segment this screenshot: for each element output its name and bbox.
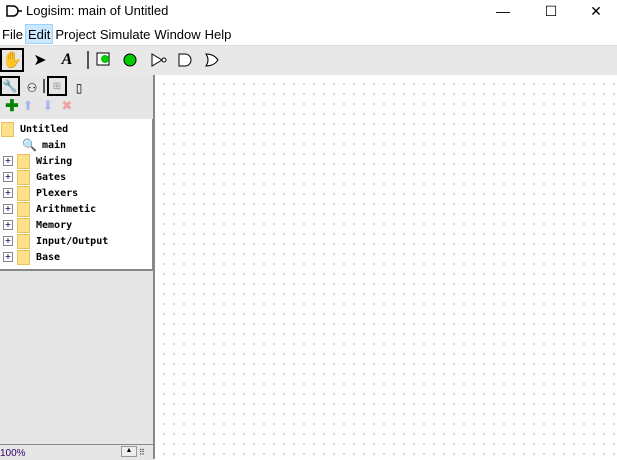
library-label: Plexers <box>36 187 79 199</box>
project-label: Untitled <box>20 123 69 135</box>
menu-help[interactable]: Help <box>203 24 234 45</box>
grid-toggle-icon[interactable]: ⠿ <box>139 448 145 457</box>
close-button[interactable]: ✕ <box>573 0 617 23</box>
expand-icon[interactable]: + <box>3 172 13 182</box>
folder-icon <box>17 233 30 249</box>
tree-library[interactable]: + Memory <box>3 217 72 233</box>
menu-window[interactable]: Window <box>152 24 202 45</box>
output-pin-icon[interactable] <box>118 48 142 72</box>
menu-project[interactable]: Project <box>53 24 97 45</box>
text-tool-icon[interactable]: A <box>55 48 79 72</box>
folder-icon <box>1 121 14 137</box>
expand-icon[interactable]: + <box>3 188 13 198</box>
zoom-level[interactable]: 100% <box>0 448 26 459</box>
toolbar-separator <box>87 51 89 69</box>
poke-tool-hand-icon[interactable]: ✋ <box>0 48 24 72</box>
tree-library[interactable]: + Plexers <box>3 185 78 201</box>
library-label: Memory <box>36 219 73 231</box>
minimize-button[interactable]: — <box>480 0 526 23</box>
circuit-magnifier-icon: 🔍 <box>22 138 37 152</box>
zoom-up-arrow-icon[interactable]: ▲ <box>121 446 137 457</box>
tree-library[interactable]: + Base <box>3 249 60 265</box>
library-label: Wiring <box>36 155 73 167</box>
separator <box>43 79 45 93</box>
explorer-tree: Untitled 🔍 main + Wiring + Gates + Plexers +… <box>0 119 153 271</box>
delete-circuit-icon[interactable]: ✖ <box>55 97 79 115</box>
zoom-bar: 100% ▲ ⠿ <box>0 444 153 460</box>
folder-icon <box>17 153 30 169</box>
select-tool-arrow-icon[interactable]: ➤ <box>28 48 52 72</box>
folder-icon <box>17 185 30 201</box>
or-gate-icon[interactable] <box>200 48 224 72</box>
logisim-logo-icon <box>6 5 22 17</box>
menu-file[interactable]: File <box>0 24 25 45</box>
circuit-label: main <box>41 139 67 151</box>
window-title: Logisim: main of Untitled <box>26 3 169 18</box>
title-bar: Logisim: main of Untitled — ☐ ✕ <box>0 0 617 23</box>
edit-circuit-layout-icon[interactable]: ⊞ <box>47 76 67 96</box>
folder-icon <box>17 169 30 185</box>
menu-edit[interactable]: Edit <box>24 24 54 44</box>
and-gate-icon[interactable] <box>173 48 197 72</box>
expand-icon[interactable]: + <box>3 204 13 214</box>
main-toolbar: ✋ ➤ A <box>0 45 617 76</box>
menu-bar: File Edit Project Simulate Window Help <box>0 24 617 45</box>
tree-library[interactable]: + Wiring <box>3 153 72 169</box>
tree-project-untitled[interactable]: Untitled <box>1 121 68 137</box>
explorer-panel: 🔧 ⚇ ⊞ ▯ ✚ ⬆ ⬇ ✖ Untitled 🔍 main + Wiring +… <box>0 75 153 459</box>
maximize-button[interactable]: ☐ <box>528 0 574 23</box>
tree-circuit-main[interactable]: 🔍 main <box>22 137 66 153</box>
toolbox-wrench-icon[interactable]: 🔧 <box>0 76 20 96</box>
tree-library[interactable]: + Input/Output <box>3 233 108 249</box>
tree-library[interactable]: + Arithmetic <box>3 201 96 217</box>
library-label: Input/Output <box>36 235 109 247</box>
library-label: Arithmetic <box>36 203 97 215</box>
expand-icon[interactable]: + <box>3 236 13 246</box>
not-gate-icon[interactable] <box>147 48 171 72</box>
folder-icon <box>17 217 30 233</box>
circuit-canvas[interactable] <box>153 75 617 459</box>
expand-icon[interactable]: + <box>3 156 13 166</box>
menu-simulate[interactable]: Simulate <box>98 24 153 45</box>
expand-icon[interactable]: + <box>3 220 13 230</box>
folder-icon <box>17 249 30 265</box>
input-pin-icon[interactable] <box>92 48 116 72</box>
library-label: Gates <box>36 171 67 183</box>
tree-library[interactable]: + Gates <box>3 169 66 185</box>
expand-icon[interactable]: + <box>3 252 13 262</box>
library-label: Base <box>36 251 61 263</box>
folder-icon <box>17 201 30 217</box>
